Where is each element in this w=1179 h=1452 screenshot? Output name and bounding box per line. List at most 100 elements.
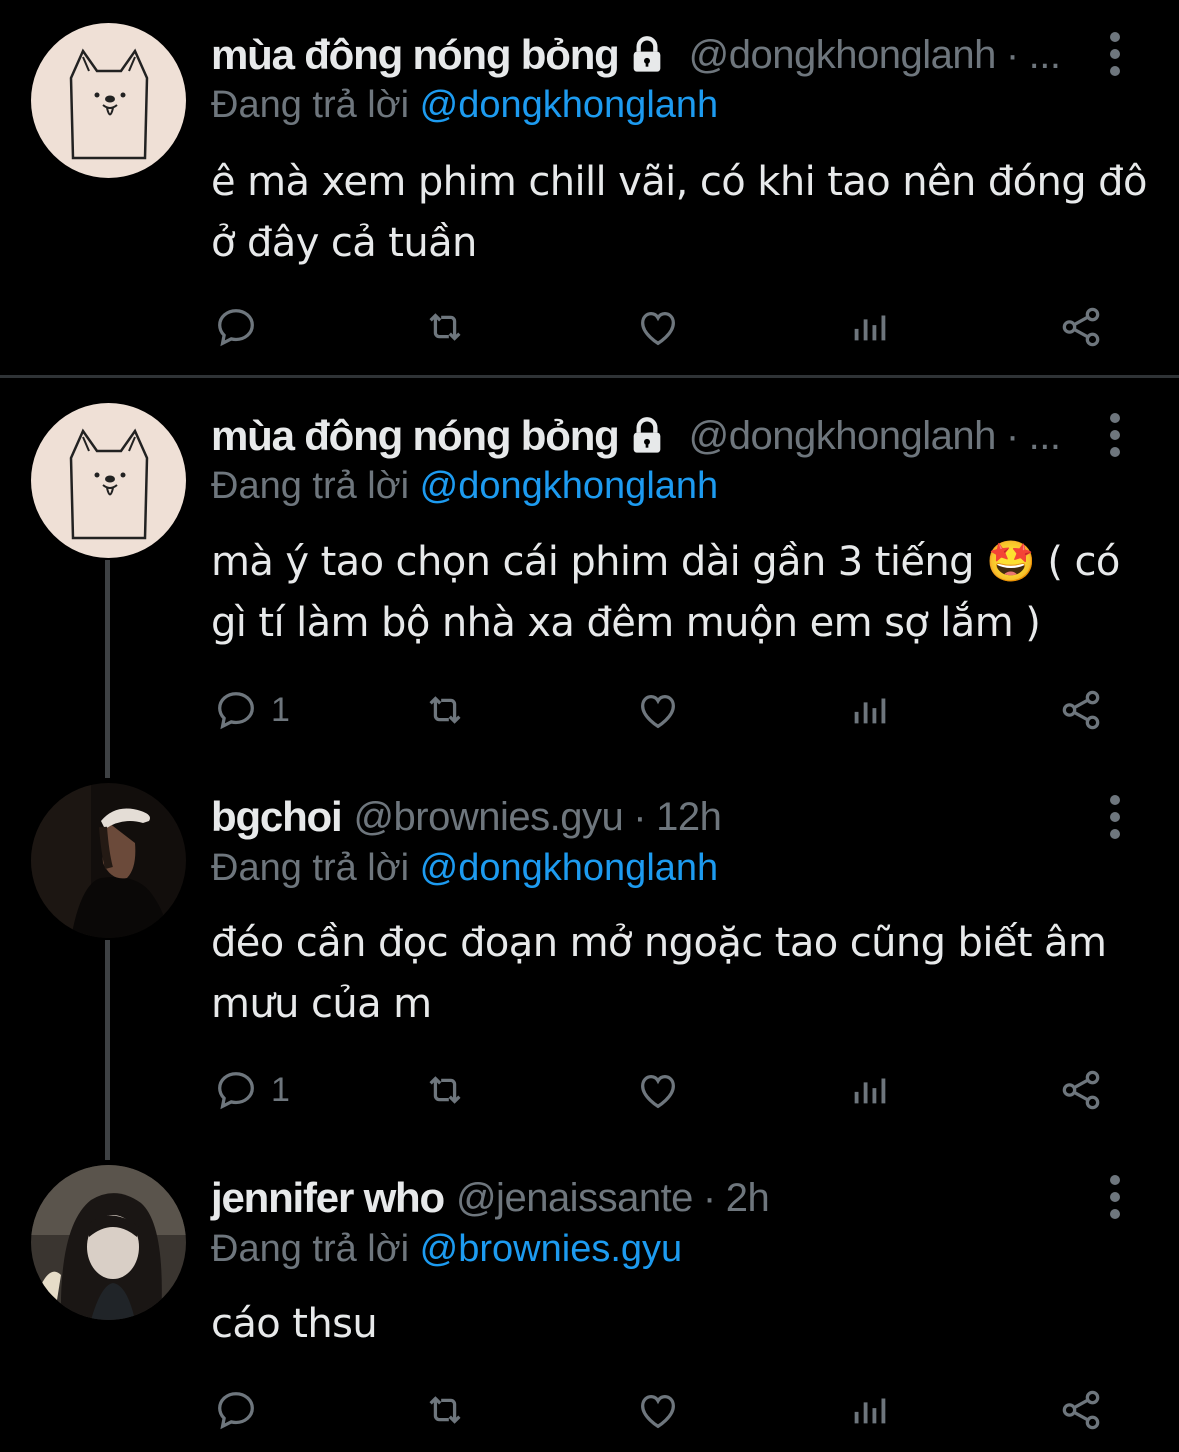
tweet-time: 2h — [725, 1175, 770, 1220]
reply-count: 1 — [271, 690, 290, 729]
dog-sketch-avatar — [31, 403, 186, 558]
tweet[interactable]: bgchoi @brownies.gyu · 12h Đang trả lời … — [0, 760, 1179, 1140]
tweet-text: đéo cần đọc đoạn mở ngoặc tao cũng biết … — [211, 913, 1151, 1035]
tweet-header: jennifer who @jenaissante · 2h — [211, 1170, 770, 1226]
replying-to: Đang trả lời @dongkhonglanh — [211, 847, 718, 890]
tweet-header: mùa đông nóng bỏng @dongkhonglanh · ... — [211, 27, 1061, 83]
tweet-time: ... — [1028, 32, 1061, 77]
tweet-time: ... — [1028, 413, 1061, 458]
more-options-icon[interactable] — [1100, 795, 1130, 839]
photo-avatar-cap — [31, 783, 186, 938]
tweet-text-line: ở đây cả tuần — [211, 220, 477, 266]
author-name[interactable]: mùa đông nóng bỏng — [211, 31, 620, 79]
avatar[interactable] — [31, 783, 186, 938]
lock-icon — [627, 35, 667, 75]
tweet-text-line: gì tí làm bộ nhà xa đêm muộn em sợ lắm ) — [211, 600, 1041, 646]
share-button[interactable] — [1058, 1060, 1104, 1120]
analytics-button[interactable] — [847, 297, 893, 357]
analytics-icon — [854, 1398, 886, 1424]
tweet-text-line: đéo cần đọc đoạn mở ngoặc tao cũng biết … — [211, 920, 1107, 966]
photo-avatar-girl — [31, 1165, 186, 1320]
separator: · — [1005, 32, 1019, 77]
tweet[interactable]: mùa đông nóng bỏng @dongkhonglanh · ... … — [0, 378, 1179, 760]
reply-button[interactable]: 1 — [213, 1060, 290, 1120]
like-button[interactable] — [635, 1060, 681, 1120]
more-options-icon[interactable] — [1100, 1175, 1130, 1219]
like-icon — [641, 1074, 675, 1109]
share-icon — [1062, 307, 1100, 347]
reply-button[interactable] — [213, 297, 271, 357]
reply-count: 1 — [271, 1070, 290, 1109]
retweet-button[interactable] — [422, 1060, 468, 1120]
tweet-text-line: cáo thsu — [211, 1301, 378, 1347]
reply-prefix: Đang trả lời — [211, 465, 410, 507]
retweet-button[interactable] — [422, 1380, 468, 1440]
reply-prefix: Đang trả lời — [211, 1228, 410, 1270]
reply-button[interactable] — [213, 1380, 271, 1440]
share-icon — [1062, 1070, 1100, 1110]
retweet-button[interactable] — [422, 297, 468, 357]
tweet-header: mùa đông nóng bỏng @dongkhonglanh · ... — [211, 408, 1061, 464]
avatar[interactable] — [31, 403, 186, 558]
tweet-time: 12h — [656, 794, 722, 839]
tweet[interactable]: mùa đông nóng bỏng @dongkhonglanh · ... … — [0, 0, 1179, 375]
share-icon — [1062, 690, 1100, 730]
more-options-icon[interactable] — [1100, 413, 1130, 457]
tweet-actions: 1 — [0, 1060, 1179, 1120]
like-icon — [641, 311, 675, 346]
like-button[interactable] — [635, 680, 681, 740]
like-icon — [641, 694, 675, 729]
author-handle[interactable]: @brownies.gyu — [353, 795, 623, 840]
reply-icon — [218, 1072, 254, 1110]
retweet-icon — [429, 696, 461, 724]
like-button[interactable] — [635, 297, 681, 357]
tweet-actions: 1 — [0, 680, 1179, 740]
analytics-icon — [854, 698, 886, 724]
reply-mention[interactable]: @dongkhonglanh — [420, 465, 719, 507]
dog-sketch-avatar — [31, 23, 186, 178]
tweet-text: cáo thsu — [211, 1294, 1151, 1355]
reply-icon — [218, 692, 254, 730]
replying-to: Đang trả lời @brownies.gyu — [211, 1228, 682, 1271]
replying-to: Đang trả lời @dongkhonglanh — [211, 465, 718, 508]
reply-prefix: Đang trả lời — [211, 847, 410, 889]
tweet-text: mà ý tao chọn cái phim dài gần 3 tiếng 🤩… — [211, 532, 1151, 654]
reply-mention[interactable]: @dongkhonglanh — [420, 847, 719, 889]
reply-button[interactable]: 1 — [213, 680, 290, 740]
author-handle[interactable]: @dongkhonglanh — [689, 33, 997, 78]
more-options-icon[interactable] — [1100, 32, 1130, 76]
share-button[interactable] — [1058, 1380, 1104, 1440]
analytics-icon — [854, 315, 886, 341]
author-handle[interactable]: @jenaissante — [456, 1176, 693, 1221]
retweet-button[interactable] — [422, 680, 468, 740]
avatar[interactable] — [31, 1165, 186, 1320]
reply-mention[interactable]: @dongkhonglanh — [420, 84, 719, 126]
retweet-icon — [429, 313, 461, 341]
reply-icon — [218, 309, 254, 347]
tweet-actions — [0, 297, 1179, 357]
analytics-icon — [854, 1078, 886, 1104]
tweet-actions — [0, 1380, 1179, 1440]
tweet-text-line: mưu của m — [211, 981, 432, 1027]
author-name[interactable]: bgchoi — [211, 793, 343, 841]
analytics-button[interactable] — [847, 1380, 893, 1440]
share-button[interactable] — [1058, 297, 1104, 357]
tweet-text-line: mà ý tao chọn cái phim dài gần 3 tiếng 🤩… — [211, 539, 1120, 585]
share-button[interactable] — [1058, 680, 1104, 740]
tweet[interactable]: jennifer who @jenaissante · 2h Đang trả … — [0, 1140, 1179, 1452]
analytics-button[interactable] — [847, 1060, 893, 1120]
author-name[interactable]: jennifer who — [211, 1174, 445, 1222]
analytics-button[interactable] — [847, 680, 893, 740]
author-name[interactable]: mùa đông nóng bỏng — [211, 412, 620, 460]
tweet-text: ê mà xem phim chill vãi, có khi tao nên … — [211, 152, 1151, 274]
reply-icon — [218, 1392, 254, 1430]
separator: · — [702, 1175, 716, 1220]
lock-icon — [627, 416, 667, 456]
like-button[interactable] — [635, 1380, 681, 1440]
avatar[interactable] — [31, 23, 186, 178]
author-handle[interactable]: @dongkhonglanh — [689, 414, 997, 459]
replying-to: Đang trả lời @dongkhonglanh — [211, 84, 718, 127]
reply-mention[interactable]: @brownies.gyu — [420, 1228, 682, 1270]
share-icon — [1062, 1390, 1100, 1430]
separator: · — [633, 794, 647, 839]
